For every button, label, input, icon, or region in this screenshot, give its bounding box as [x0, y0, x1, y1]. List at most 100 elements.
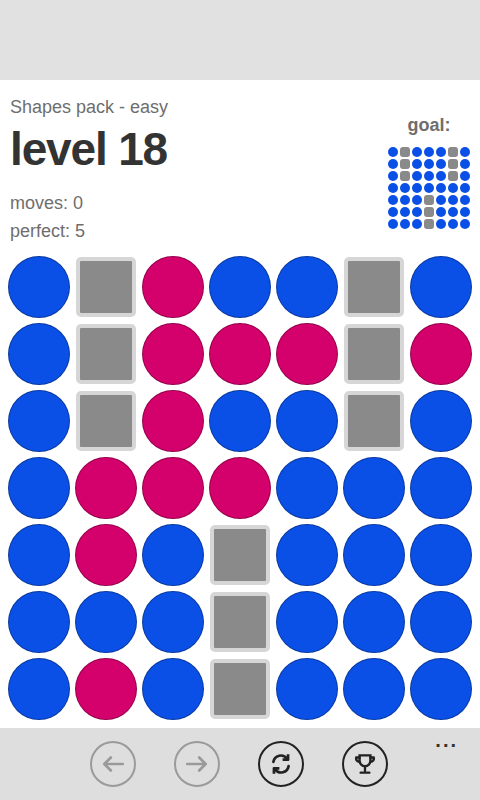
board-dot-cell[interactable] — [8, 591, 70, 653]
board-dot — [8, 591, 70, 653]
board-dot-cell[interactable] — [276, 591, 338, 653]
board-dot-cell[interactable] — [343, 457, 405, 519]
board-dot-cell[interactable] — [209, 256, 271, 318]
goal-fill — [460, 171, 470, 181]
board-dot — [8, 323, 70, 385]
goal-fill — [424, 183, 434, 193]
board-dot-cell[interactable] — [276, 390, 338, 452]
board-dot-cell[interactable] — [209, 323, 271, 385]
board-dot-cell[interactable] — [142, 323, 204, 385]
board-dot-cell[interactable] — [209, 390, 271, 452]
board-block — [344, 257, 404, 317]
goal-dot — [460, 147, 470, 157]
board-dot-cell[interactable] — [8, 524, 70, 586]
board-dot-cell[interactable] — [209, 457, 271, 519]
board-dot-cell[interactable] — [410, 591, 472, 653]
board-dot-cell[interactable] — [75, 658, 137, 720]
board-dot — [142, 658, 204, 720]
board-dot — [8, 658, 70, 720]
trophy-icon — [352, 751, 378, 777]
board-dot-cell[interactable] — [276, 658, 338, 720]
board-dot-cell[interactable] — [343, 591, 405, 653]
board-dot — [276, 256, 338, 318]
goal-fill — [424, 207, 434, 217]
board-dot-cell[interactable] — [8, 323, 70, 385]
goal-fill — [448, 183, 458, 193]
board-dot-cell[interactable] — [343, 658, 405, 720]
goal-fill — [460, 183, 470, 193]
board-dot — [276, 457, 338, 519]
board-block-cell — [343, 256, 405, 318]
trophy-button[interactable] — [342, 741, 388, 787]
board-dot-cell[interactable] — [410, 524, 472, 586]
board-dot — [276, 591, 338, 653]
back-button — [90, 741, 136, 787]
board-dot-cell[interactable] — [8, 658, 70, 720]
board-dot-cell[interactable] — [142, 524, 204, 586]
board-dot-cell[interactable] — [8, 457, 70, 519]
board-dot-cell[interactable] — [410, 390, 472, 452]
board-dot — [142, 256, 204, 318]
board-block — [210, 525, 270, 585]
board-dot — [410, 457, 472, 519]
board-dot — [142, 591, 204, 653]
board-dot-cell[interactable] — [142, 457, 204, 519]
goal-fill — [448, 147, 458, 157]
board-dot-cell[interactable] — [410, 256, 472, 318]
goal-fill — [388, 147, 398, 157]
board-dot — [75, 658, 137, 720]
board-dot-cell[interactable] — [410, 323, 472, 385]
board-dot — [75, 524, 137, 586]
board-dot-cell[interactable] — [410, 658, 472, 720]
goal-dot — [388, 159, 398, 169]
moves-count: moves: 0 — [10, 191, 168, 215]
more-button[interactable]: ... — [435, 730, 458, 750]
goal-dot — [388, 147, 398, 157]
goal-label: goal: — [408, 114, 451, 136]
board-dot-cell[interactable] — [276, 457, 338, 519]
goal-fill — [412, 219, 422, 229]
goal-fill — [388, 195, 398, 205]
board-dot-cell[interactable] — [142, 256, 204, 318]
goal-fill — [400, 195, 410, 205]
board-dot — [410, 524, 472, 586]
board-dot-cell[interactable] — [343, 524, 405, 586]
goal-block — [448, 171, 458, 181]
goal-fill — [400, 171, 410, 181]
goal-dot — [388, 195, 398, 205]
forward-icon — [184, 751, 210, 777]
goal-dot — [412, 219, 422, 229]
goal-dot — [448, 207, 458, 217]
restart-button[interactable] — [258, 741, 304, 787]
board-dot — [209, 323, 271, 385]
board-dot-cell[interactable] — [276, 323, 338, 385]
board-dot-cell[interactable] — [75, 524, 137, 586]
goal-dot — [388, 171, 398, 181]
goal-block — [400, 171, 410, 181]
board-dot — [410, 591, 472, 653]
board-dot-cell[interactable] — [75, 457, 137, 519]
goal-fill — [388, 207, 398, 217]
board-dot — [142, 524, 204, 586]
goal-fill — [400, 207, 410, 217]
goal-dot — [412, 183, 422, 193]
goal-dot — [400, 219, 410, 229]
goal-dot — [448, 195, 458, 205]
forward-button — [174, 741, 220, 787]
board-dot-cell[interactable] — [8, 390, 70, 452]
board-dot-cell[interactable] — [8, 256, 70, 318]
board-dot-cell[interactable] — [75, 591, 137, 653]
goal-fill — [436, 219, 446, 229]
board-dot-cell[interactable] — [142, 390, 204, 452]
board-dot-cell[interactable] — [276, 256, 338, 318]
board-dot — [343, 658, 405, 720]
board-dot-cell[interactable] — [276, 524, 338, 586]
goal-dot — [388, 219, 398, 229]
goal-dot — [388, 183, 398, 193]
board-dot-cell[interactable] — [142, 658, 204, 720]
app-bar: ... — [0, 728, 480, 800]
board-dot-cell[interactable] — [142, 591, 204, 653]
board-dot-cell[interactable] — [410, 457, 472, 519]
goal-dot — [412, 147, 422, 157]
goal-fill — [388, 183, 398, 193]
